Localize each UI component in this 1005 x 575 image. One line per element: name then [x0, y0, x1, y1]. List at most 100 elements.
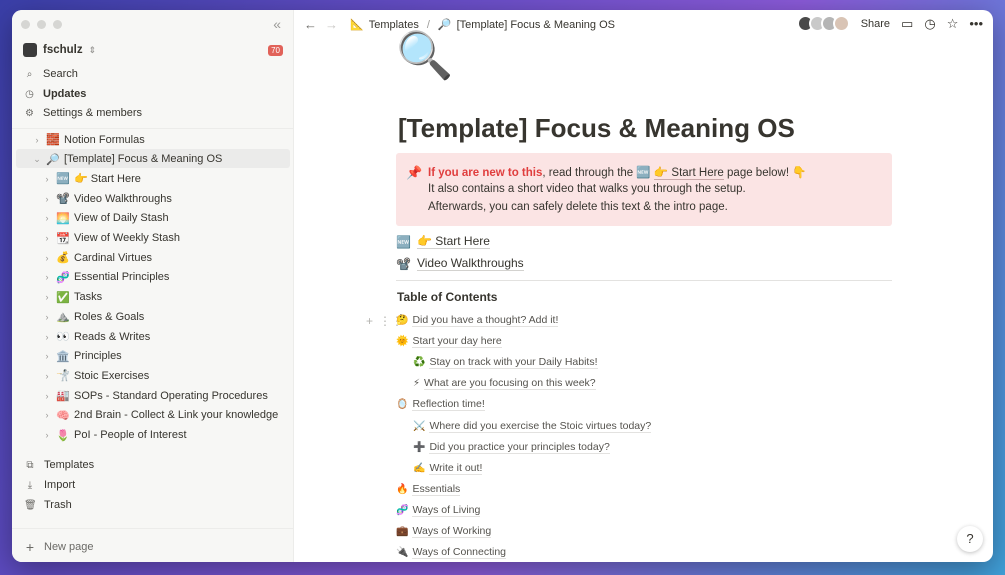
chevron-right-icon[interactable]: ›	[42, 332, 52, 342]
back-arrow-icon[interactable]: ←	[304, 17, 317, 32]
new-page-button[interactable]: + New page	[24, 539, 94, 555]
chevron-right-icon[interactable]: ›	[42, 253, 52, 263]
sidebar-item-search[interactable]: ⌕ Search	[24, 68, 78, 80]
page-link-label: 👉 Start Here	[416, 234, 490, 249]
sidebar-page-item[interactable]: ⌄ 🔎 [Template] Focus & Meaning OS	[32, 153, 222, 166]
callout-highlight: If you are new to this	[428, 167, 543, 179]
toc-emoji-icon: 🔌	[396, 547, 409, 559]
sidebar-page-item[interactable]: › 📽️ Video Walkthroughs	[42, 192, 172, 206]
toc-item[interactable]: 🪞 Reflection time!	[396, 398, 485, 412]
toc-emoji-icon: ⚔️	[413, 420, 426, 432]
start-here-page-link[interactable]: 🆕 👉 Start Here	[396, 234, 490, 249]
toc-item[interactable]: ➕ Did you practice your principles today?	[413, 441, 610, 454]
toc-item[interactable]: 🔌 Ways of Connecting	[396, 546, 507, 560]
collaborator-avatars[interactable]	[796, 15, 850, 32]
sidebar-page-item[interactable]: › 🧱 Notion Formulas	[32, 133, 145, 147]
forward-arrow-icon[interactable]: →	[325, 17, 338, 32]
chevron-right-icon[interactable]: ›	[42, 312, 52, 322]
sidebar: « fschulz ⇕ 70 ⌕ Search ◷ Updates ⚙ Sett…	[12, 10, 294, 562]
sidebar-item-settings[interactable]: ⚙ Settings & members	[24, 107, 142, 119]
page-emoji-icon: 🔎	[46, 153, 60, 166]
toc-item[interactable]: ⚔️ Where did you exercise the Stoic virtu…	[413, 420, 652, 433]
workspace-avatar	[23, 43, 37, 57]
templates-icon: ⧉	[26, 459, 34, 471]
chevron-right-icon[interactable]: ›	[42, 194, 52, 204]
toc-item[interactable]: 🔥 Essentials	[396, 482, 461, 496]
comment-icon[interactable]: ▭	[901, 16, 913, 32]
toc-item-label: Ways of Connecting	[412, 546, 507, 560]
sidebar-page-item[interactable]: › 🌅 View of Daily Stash	[42, 212, 169, 225]
star-icon[interactable]: ☆	[947, 16, 959, 32]
callout-block[interactable]: 📌 If you are new to this, read through t…	[396, 153, 892, 226]
toc-item[interactable]: 🌞 Start your day here	[396, 335, 502, 349]
more-icon[interactable]: •••	[969, 16, 983, 31]
sidebar-item-trash[interactable]: 🗑 Trash	[24, 499, 72, 511]
sidebar-page-item[interactable]: › 🌷 PoI - People of Interest	[42, 429, 187, 442]
toc-item[interactable]: ⚡ What are you focusing on this week?	[413, 377, 596, 391]
toc-item[interactable]: ♻️ Stay on track with your Daily Habits!	[413, 356, 598, 370]
sidebar-page-item[interactable]: › 🏭 SOPs - Standard Operating Procedures	[42, 389, 268, 403]
page-icon[interactable]: 🔍	[396, 32, 453, 78]
sidebar-page-item[interactable]: › 🤺 Stoic Exercises	[42, 369, 150, 383]
toc-item-label: Ways of Living	[412, 503, 481, 517]
sidebar-page-item[interactable]: › 👀 Reads & Writes	[42, 330, 151, 344]
chevron-right-icon[interactable]: ›	[42, 174, 52, 184]
sidebar-page-label: Video Walkthroughs	[74, 192, 172, 205]
chevron-right-icon[interactable]: ›	[42, 410, 52, 420]
sidebar-page-label: SOPs - Standard Operating Procedures	[74, 389, 268, 402]
page-emoji-icon: 📆	[56, 232, 70, 245]
toc-item[interactable]: 💼 Ways of Working	[396, 525, 492, 538]
chevron-right-icon[interactable]: ›	[42, 371, 52, 381]
chevron-right-icon[interactable]: ›	[42, 292, 52, 302]
sidebar-page-item[interactable]: › 💰 Cardinal Virtues	[42, 251, 153, 265]
workspace-switcher[interactable]: fschulz ⇕	[23, 43, 96, 57]
chevron-right-icon[interactable]: ›	[42, 233, 52, 243]
toc-item[interactable]: ✍️ Write it out!	[413, 462, 483, 475]
page-emoji-icon: 👀	[56, 331, 70, 343]
sidebar-item-templates[interactable]: ⧉ Templates	[24, 459, 94, 471]
sidebar-page-item[interactable]: › ⛰️ Roles & Goals	[42, 310, 145, 324]
new-icon: 🆕	[636, 167, 651, 179]
toc-emoji-icon: 🧬	[396, 504, 409, 516]
minimize-window-button[interactable]	[37, 20, 46, 29]
topbar-left: ← → 📐 Templates / 🔎 [Template] Focus & M…	[304, 17, 615, 32]
sidebar-page-item[interactable]: › 📆 View of Weekly Stash	[42, 232, 180, 245]
sidebar-item-import[interactable]: ⤓ Import	[24, 479, 75, 491]
chevron-right-icon[interactable]: ›	[42, 213, 52, 223]
breadcrumb-label: [Template] Focus & Meaning OS	[456, 18, 615, 31]
toc-emoji-icon: ⚡	[413, 378, 421, 390]
sidebar-page-label: 2nd Brain - Collect & Link your knowledg…	[74, 409, 279, 422]
history-icon[interactable]: ◷	[924, 16, 935, 32]
video-walkthroughs-page-link[interactable]: 📽️ Video Walkthroughs	[396, 256, 524, 271]
clock-icon: ◷	[25, 88, 34, 100]
breadcrumb-current[interactable]: 🔎 [Template] Focus & Meaning OS	[438, 18, 615, 32]
sidebar-page-item[interactable]: › 🧠 2nd Brain - Collect & Link your knowle…	[42, 409, 279, 422]
chevron-right-icon[interactable]: ›	[42, 430, 52, 440]
toc-item-label: Essentials	[412, 482, 461, 496]
sidebar-page-label: 👉 Start Here	[74, 173, 141, 186]
toc-item[interactable]: 🤔 Did you have a thought? Add it!	[396, 314, 559, 327]
chevron-updown-icon: ⇕	[88, 44, 97, 55]
toc-item[interactable]: 🧬 Ways of Living	[396, 503, 481, 517]
chevron-down-icon[interactable]: ⌄	[32, 154, 42, 165]
help-button[interactable]: ?	[957, 526, 983, 552]
sidebar-page-item[interactable]: › 🏛️ Principles	[42, 350, 122, 363]
page-title[interactable]: [Template] Focus & Meaning OS	[398, 113, 795, 144]
sidebar-page-label: Reads & Writes	[74, 330, 151, 343]
chevron-right-icon[interactable]: ›	[32, 135, 42, 145]
chevron-right-icon[interactable]: ›	[42, 272, 52, 282]
plus-icon[interactable]: +	[366, 314, 373, 328]
sidebar-page-item[interactable]: › 🧬 Essential Principles	[42, 271, 170, 284]
close-window-button[interactable]	[21, 20, 30, 29]
chevron-right-icon[interactable]: ›	[42, 391, 52, 401]
start-here-link[interactable]: 👉 Start Here	[653, 167, 724, 180]
collapse-sidebar-icon[interactable]: «	[273, 16, 281, 32]
sidebar-item-updates[interactable]: ◷ Updates	[24, 88, 86, 100]
sidebar-page-label: Roles & Goals	[74, 310, 145, 323]
chevron-right-icon[interactable]: ›	[42, 351, 52, 361]
maximize-window-button[interactable]	[53, 20, 62, 29]
sidebar-page-label: View of Daily Stash	[74, 212, 169, 225]
share-button[interactable]: Share	[861, 18, 890, 30]
sidebar-page-item[interactable]: › 🆕 👉 Start Here	[42, 172, 141, 185]
sidebar-page-item[interactable]: › ✅ Tasks	[42, 291, 103, 304]
